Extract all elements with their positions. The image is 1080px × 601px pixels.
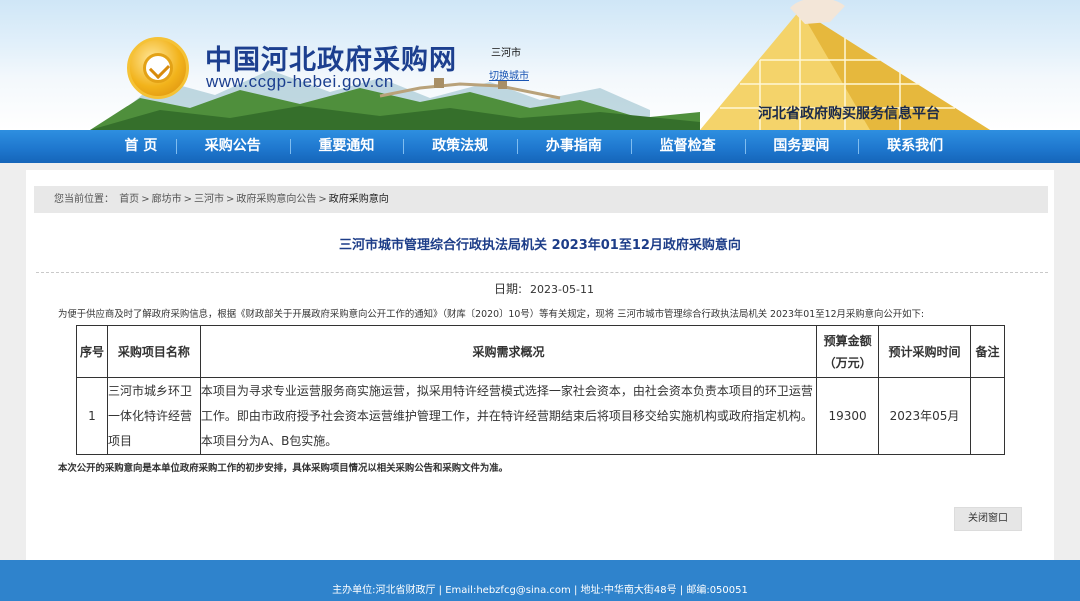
breadcrumb-current: 政府采购意向 [328,194,389,205]
nav-item-policies[interactable]: 政策法规 [403,130,517,163]
procurement-intent-table: 序号 采购项目名称 采购需求概况 预算金额（万元） 预计采购时间 备注 1 三河… [76,325,1005,455]
breadcrumb-separator: > [141,194,150,205]
publish-date: 日期: 2023-05-11 [494,280,594,297]
site-header: 中国河北政府采购网 www.ccgp-hebei.gov.cn 三河市 切换城市… [0,0,1080,130]
cell-desc: 本项目为寻求专业运营服务商实施运营，拟采用特许经营模式选择一家社会资本，由社会资… [199,377,818,455]
current-city: 三河市 [491,48,521,59]
switch-city-link[interactable]: 切换城市 [489,67,529,82]
nav-item-state-news[interactable]: 国务要闻 [744,130,859,163]
breadcrumb-link-home[interactable]: 首页 [119,194,139,205]
platform-name: 河北省政府购买服务信息平台 [758,106,940,122]
header-time: 预计采购时间 [878,325,971,378]
nav-item-contact[interactable]: 联系我们 [858,130,972,163]
breadcrumb-prefix: 您当前位置： [54,194,114,205]
nav-item-announcements[interactable]: 采购公告 [175,130,290,163]
header-desc: 采购需求概况 [199,325,818,378]
table-row: 1 三河市城乡环卫一体化特许经营项目 本项目为寻求专业运营服务商实施运营，拟采用… [76,377,1005,455]
nav-item-notices[interactable]: 重要通知 [289,130,404,163]
divider [36,272,1048,273]
site-url: www.ccgp-hebei.gov.cn [206,72,394,91]
breadcrumb-link-sanhe[interactable]: 三河市 [194,194,224,205]
breadcrumb-link-intent-notices[interactable]: 政府采购意向公告 [236,194,316,205]
close-window-button[interactable]: 关闭窗口 [954,507,1022,531]
coin-emblem-icon [127,37,189,99]
date-label: 日期: [494,282,523,296]
nav-item-home[interactable]: 首 页 [106,130,176,163]
breadcrumb-separator: > [318,194,327,205]
date-value: 2023-05-11 [530,283,594,296]
cell-no: 1 [76,377,108,455]
intro-text: 为便于供应商及时了解政府采购信息，根据《财政部关于开展政府采购意向公开工作的通知… [58,309,925,320]
header-budget: 预算金额（万元） [816,325,880,378]
breadcrumb-link-langfang[interactable]: 廊坊市 [152,194,182,205]
cell-note [970,377,1005,455]
header-name: 采购项目名称 [106,325,201,378]
footnote: 本次公开的采购意向是本单位政府采购工作的初步安排，具体采购项目情况以相关采购公告… [58,463,509,474]
document-title: 三河市城市管理综合行政执法局机关 2023年01至12月政府采购意向 [339,238,741,253]
nav-item-guides[interactable]: 办事指南 [517,130,631,163]
main-nav: 首 页 采购公告 重要通知 政策法规 办事指南 监督检查 国务要闻 联系我们 [0,130,1080,163]
nav-item-supervision[interactable]: 监督检查 [630,130,745,163]
table-header-row: 序号 采购项目名称 采购需求概况 预算金额（万元） 预计采购时间 备注 [76,325,1005,378]
cell-time: 2023年05月 [878,377,971,455]
header-no: 序号 [76,325,108,378]
breadcrumb-separator: > [183,194,192,205]
site-footer: 主办单位:河北省财政厅 | Email:hebzfcg@sina.com | 地… [0,560,1080,601]
breadcrumb-separator: > [225,194,235,205]
header-note: 备注 [970,325,1005,378]
breadcrumb: 您当前位置： 首页 > 廊坊市 > 三河市 > 政府采购意向公告 > 政府采购意向 [34,186,1048,213]
cell-name: 三河市城乡环卫一体化特许经营项目 [106,377,201,455]
cell-budget: 19300 [816,377,880,455]
